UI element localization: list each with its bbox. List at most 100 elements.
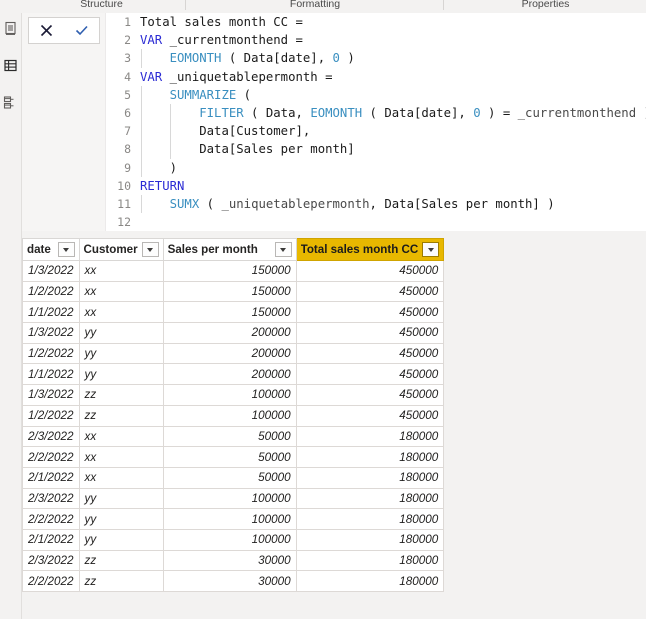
column-header-total-sales-month-cc[interactable]: Total sales month CC (295, 238, 445, 261)
cell-sales-per-month[interactable]: 50000 (162, 425, 297, 448)
table-row[interactable]: 1/3/2022 xx 150000 450000 (22, 260, 445, 282)
cell-customer[interactable]: xx (78, 280, 164, 303)
formula-bar-left-panel (22, 13, 106, 231)
code-token: , (369, 196, 385, 211)
cell-customer[interactable]: yy (78, 363, 164, 386)
cancel-formula-button[interactable] (33, 20, 61, 42)
formula-commit-controls (28, 17, 100, 44)
table-row[interactable]: 2/3/2022 yy 100000 180000 (22, 487, 445, 510)
table-row[interactable]: 2/2/2022 zz 30000 180000 (22, 570, 445, 592)
cell-customer[interactable]: xx (78, 260, 164, 282)
cell-sales-per-month[interactable]: 150000 (162, 280, 297, 303)
cell-date[interactable]: 2/3/2022 (22, 487, 80, 510)
cell-sales-per-month[interactable]: 200000 (162, 363, 297, 386)
cell-date[interactable]: 1/3/2022 (22, 260, 80, 282)
cell-sales-per-month[interactable]: 30000 (162, 570, 297, 592)
code-line: 6 FILTER ( Data, EOMONTH ( Data[date], 0… (107, 103, 646, 123)
filter-dropdown-date[interactable] (57, 242, 75, 257)
table-row[interactable]: 1/2/2022 zz 100000 450000 (22, 404, 445, 427)
table-row[interactable]: 1/1/2022 yy 200000 450000 (22, 363, 445, 386)
cell-date[interactable]: 1/3/2022 (22, 322, 80, 344)
cell-total-sales-month-cc[interactable]: 180000 (295, 570, 445, 592)
cell-date[interactable]: 1/3/2022 (22, 384, 80, 406)
cell-date[interactable]: 1/2/2022 (22, 404, 80, 427)
cell-date[interactable]: 1/1/2022 (22, 301, 80, 324)
cell-customer[interactable]: xx (78, 446, 164, 468)
cell-date[interactable]: 2/2/2022 (22, 508, 80, 530)
code-token: ) (339, 51, 355, 66)
cell-total-sales-month-cc[interactable]: 450000 (295, 342, 445, 365)
cell-total-sales-month-cc[interactable]: 180000 (295, 508, 445, 530)
cell-date[interactable]: 2/2/2022 (22, 446, 80, 468)
cell-date[interactable]: 2/1/2022 (22, 466, 80, 489)
table-row[interactable]: 1/3/2022 yy 200000 450000 (22, 322, 445, 344)
cell-sales-per-month[interactable]: 100000 (162, 487, 297, 510)
table-row[interactable]: 2/1/2022 yy 100000 180000 (22, 528, 445, 551)
table-row[interactable]: 1/3/2022 zz 100000 450000 (22, 384, 445, 406)
filter-dropdown-sales-per-month[interactable] (274, 242, 292, 257)
cell-customer[interactable]: zz (78, 404, 164, 427)
cell-total-sales-month-cc[interactable]: 180000 (295, 528, 445, 551)
commit-formula-button[interactable] (68, 20, 96, 42)
cell-sales-per-month[interactable]: 30000 (162, 549, 297, 572)
cell-customer[interactable]: zz (78, 549, 164, 572)
cell-customer[interactable]: zz (78, 570, 164, 592)
table-row[interactable]: 2/3/2022 xx 50000 180000 (22, 425, 445, 448)
cell-total-sales-month-cc[interactable]: 450000 (295, 384, 445, 406)
cell-sales-per-month[interactable]: 100000 (162, 384, 297, 406)
filter-dropdown-customer[interactable] (141, 242, 159, 257)
cell-total-sales-month-cc[interactable]: 450000 (295, 322, 445, 344)
cell-sales-per-month[interactable]: 100000 (162, 528, 297, 551)
table-row[interactable]: 2/2/2022 xx 50000 180000 (22, 446, 445, 468)
cell-total-sales-month-cc[interactable]: 450000 (295, 301, 445, 324)
cell-customer[interactable]: yy (78, 487, 164, 510)
data-view-icon[interactable] (3, 58, 18, 73)
cell-sales-per-month[interactable]: 50000 (162, 446, 297, 468)
table-row[interactable]: 2/3/2022 zz 30000 180000 (22, 549, 445, 572)
table-row[interactable]: 1/2/2022 yy 200000 450000 (22, 342, 445, 365)
cell-sales-per-month[interactable]: 100000 (162, 404, 297, 427)
cell-date[interactable]: 1/2/2022 (22, 342, 80, 365)
cell-date[interactable]: 2/2/2022 (22, 570, 80, 592)
cell-total-sales-month-cc[interactable]: 180000 (295, 487, 445, 510)
column-header-date[interactable]: date (22, 238, 80, 261)
cell-date[interactable]: 1/2/2022 (22, 280, 80, 303)
cell-total-sales-month-cc[interactable]: 180000 (295, 549, 445, 572)
cell-sales-per-month[interactable]: 150000 (162, 260, 297, 282)
cell-customer[interactable]: yy (78, 342, 164, 365)
cell-customer[interactable]: zz (78, 384, 164, 406)
cell-total-sales-month-cc[interactable]: 450000 (295, 404, 445, 427)
model-view-icon[interactable] (3, 95, 18, 110)
cell-sales-per-month[interactable]: 150000 (162, 301, 297, 324)
cell-sales-per-month[interactable]: 200000 (162, 342, 297, 365)
cell-date[interactable]: 2/1/2022 (22, 528, 80, 551)
cell-customer[interactable]: yy (78, 528, 164, 551)
cell-total-sales-month-cc[interactable]: 180000 (295, 446, 445, 468)
table-row[interactable]: 1/1/2022 xx 150000 450000 (22, 301, 445, 324)
cell-sales-per-month[interactable]: 50000 (162, 466, 297, 489)
cell-customer[interactable]: xx (78, 466, 164, 489)
line-number: 1 (124, 15, 131, 29)
report-view-icon[interactable] (3, 21, 18, 36)
column-header-customer[interactable]: Customer (78, 238, 164, 261)
cell-total-sales-month-cc[interactable]: 180000 (295, 425, 445, 448)
cell-total-sales-month-cc[interactable]: 450000 (295, 280, 445, 303)
table-row[interactable]: 2/1/2022 xx 50000 180000 (22, 466, 445, 489)
cell-sales-per-month[interactable]: 200000 (162, 322, 297, 344)
table-row[interactable]: 2/2/2022 yy 100000 180000 (22, 508, 445, 530)
cell-date[interactable]: 2/3/2022 (22, 425, 80, 448)
filter-dropdown-total-sales-month-cc[interactable] (422, 242, 440, 257)
cell-customer[interactable]: xx (78, 425, 164, 448)
table-row[interactable]: 1/2/2022 xx 150000 450000 (22, 280, 445, 303)
cell-total-sales-month-cc[interactable]: 180000 (295, 466, 445, 489)
cell-customer[interactable]: yy (78, 508, 164, 530)
cell-customer[interactable]: yy (78, 322, 164, 344)
cell-total-sales-month-cc[interactable]: 450000 (295, 363, 445, 386)
cell-sales-per-month[interactable]: 100000 (162, 508, 297, 530)
cell-total-sales-month-cc[interactable]: 450000 (295, 260, 445, 282)
cell-date[interactable]: 2/3/2022 (22, 549, 80, 572)
dax-code-editor[interactable]: 1 Total sales month CC = 2 VAR _currentmont… (107, 13, 646, 231)
column-header-sales-per-month[interactable]: Sales per month (162, 238, 297, 261)
cell-customer[interactable]: xx (78, 301, 164, 324)
cell-date[interactable]: 1/1/2022 (22, 363, 80, 386)
